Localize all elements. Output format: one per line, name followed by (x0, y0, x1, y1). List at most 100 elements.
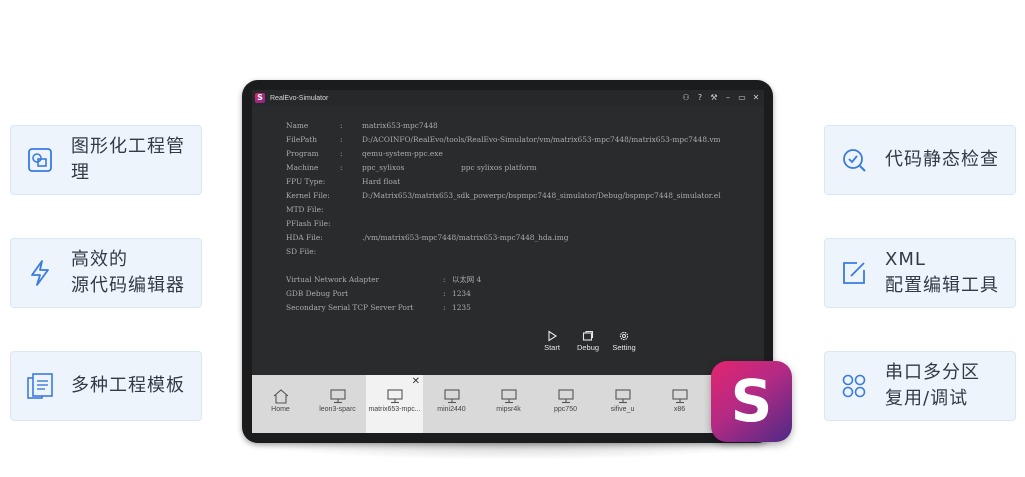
tab-mini2440[interactable]: mini2440 (423, 375, 480, 433)
tab-label: sifive_u (610, 406, 635, 413)
tab-x86[interactable]: x86 (651, 375, 708, 433)
brand-logo: S (711, 361, 792, 442)
start-label: Start (544, 343, 560, 352)
info-key: PFlash File: (286, 219, 331, 228)
home-icon (273, 389, 288, 404)
feature-label: XML (885, 249, 926, 270)
feature-card-xml-config: XML 配置编辑工具 (824, 238, 1016, 308)
vm-actions: Start Debug Setting (536, 330, 640, 352)
info-value: qemu-system-ppc.exe (362, 149, 443, 158)
info-key: Name (286, 121, 309, 130)
info-value: ./vm/matrix653-mpc7448/matrix653-mpc7448… (362, 233, 569, 242)
info-key: SD File: (286, 247, 317, 256)
help-icon[interactable]: ? (696, 92, 704, 104)
net-sep: : (443, 275, 446, 284)
code-check-icon (843, 149, 866, 172)
feature-label: 复用/调试 (885, 388, 969, 409)
info-sep: : (340, 121, 343, 130)
info-value: D:/Matrix653/matrix653_sdk_powerpc/bspmp… (362, 191, 721, 200)
feature-label: 配置编辑工具 (885, 275, 999, 296)
net-key: GDB Debug Port (286, 289, 349, 298)
tab-close-icon[interactable]: ✕ (412, 376, 420, 387)
info-sep: : (340, 135, 343, 144)
info-key: FPU Type: (286, 177, 326, 186)
info-value: Hard float (362, 177, 401, 186)
vm-tab-bar: Home leon3-sparc ✕ matrix653-mpc... mini… (252, 375, 764, 433)
net-sep: : (443, 289, 446, 298)
net-value: 1235 (452, 303, 471, 312)
window-controls: ⚇ ? ⚒ – ▭ ✕ (682, 92, 760, 104)
grid-icon (842, 374, 866, 398)
monitor-icon (557, 389, 574, 404)
info-value: matrix653-mpc7448 (362, 121, 438, 130)
app-logo-icon: S (255, 93, 265, 103)
info-sep: : (340, 163, 343, 172)
info-sep: : (340, 149, 343, 158)
debug-icon (582, 330, 594, 341)
edit-icon (843, 262, 865, 284)
tab-label: matrix653-mpc... (368, 406, 421, 413)
gear-icon (619, 331, 629, 341)
feature-label: 多种工程模板 (71, 375, 185, 396)
feature-label: 串口多分区 (885, 362, 980, 383)
feature-label: 源代码编辑器 (71, 275, 185, 296)
tab-label: leon3-sparc (319, 406, 356, 413)
play-icon (548, 330, 558, 342)
window-title: RealEvo-Simulator (270, 94, 329, 102)
feature-card-static-check: 代码静态检查 (824, 125, 1016, 195)
user-icon[interactable]: ⚇ (682, 92, 690, 104)
monitor-icon (500, 389, 517, 404)
tab-label: Home (271, 406, 290, 413)
monitor-icon (443, 389, 460, 404)
info-key: Kernel File: (286, 191, 330, 200)
net-sep: : (443, 303, 446, 312)
net-key: Secondary Serial TCP Server Port (286, 303, 414, 312)
tools-icon[interactable]: ⚒ (710, 92, 718, 104)
close-icon[interactable]: ✕ (752, 92, 760, 104)
info-value-description: ppc sylixos platform (461, 163, 537, 172)
tab-ppc750[interactable]: ppc750 (537, 375, 594, 433)
tab-matrix653-mpc7448[interactable]: ✕ matrix653-mpc... (366, 375, 423, 433)
tab-label: mipsr4k (496, 406, 521, 413)
setting-button[interactable]: Setting (608, 330, 640, 352)
info-key: MTD File: (286, 205, 324, 214)
tab-mipsr4k[interactable]: mipsr4k (480, 375, 537, 433)
monitor-icon (329, 389, 346, 404)
net-key: Virtual Network Adapter (286, 275, 379, 284)
tab-home[interactable]: Home (252, 375, 309, 433)
tab-sifive-u[interactable]: sifive_u (594, 375, 651, 433)
start-button[interactable]: Start (536, 330, 568, 352)
templates-icon (27, 373, 53, 399)
setting-label: Setting (612, 343, 636, 352)
maximize-icon[interactable]: ▭ (738, 92, 746, 104)
title-bar: S RealEvo-Simulator ⚇ ? ⚒ – ▭ ✕ (252, 90, 764, 106)
debug-button[interactable]: Debug (572, 330, 604, 352)
feature-card-project-management: 图形化工程管理 (10, 125, 202, 195)
app-window: S RealEvo-Simulator ⚇ ? ⚒ – ▭ ✕ Name : m… (252, 90, 764, 433)
tab-label: ppc750 (554, 406, 577, 413)
project-management-icon (28, 148, 52, 172)
feature-card-templates: 多种工程模板 (10, 351, 202, 421)
debug-label: Debug (576, 343, 600, 352)
info-key: Machine (286, 163, 319, 172)
feature-label: 代码静态检查 (885, 149, 999, 170)
monitor-icon (671, 389, 688, 404)
monitor-icon (614, 389, 631, 404)
info-value: ppc_sylixos (362, 163, 405, 172)
brand-logo-letter: S (730, 367, 773, 435)
tab-label: x86 (673, 406, 686, 413)
info-value: D:/ACOINFO/RealEvo/tools/RealEvo-Simulat… (362, 135, 721, 144)
minimize-icon[interactable]: – (724, 92, 732, 104)
tab-label: mini2440 (437, 406, 466, 413)
net-value: 以太网 4 (452, 275, 482, 284)
tab-leon3-sparc[interactable]: leon3-sparc (309, 375, 366, 433)
info-key: FilePath (286, 135, 318, 144)
lightning-icon (31, 260, 49, 286)
info-key: HDA File: (286, 233, 323, 242)
feature-label: 图形化工程管理 (71, 136, 185, 183)
feature-label: 高效的 (71, 249, 128, 270)
monitor-icon (386, 389, 403, 404)
feature-card-serial-multiplex: 串口多分区 复用/调试 (824, 351, 1016, 421)
info-key: Program (286, 149, 319, 158)
net-value: 1234 (452, 289, 471, 298)
